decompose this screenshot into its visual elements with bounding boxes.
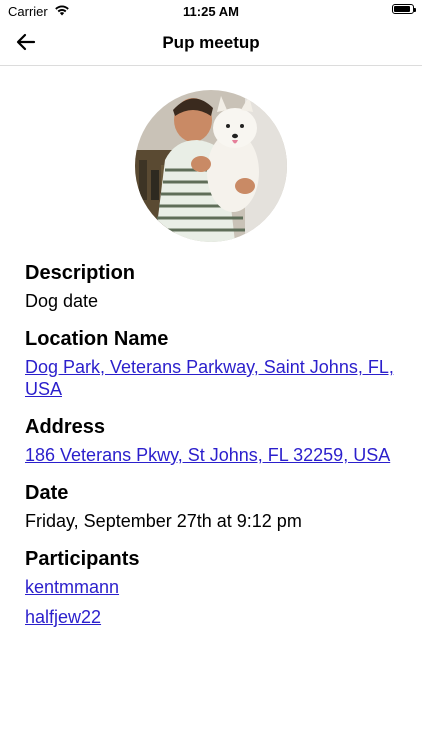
location-link[interactable]: Dog Park, Veterans Parkway, Saint Johns,… [25, 357, 394, 399]
page-title: Pup meetup [162, 33, 260, 52]
avatar-photo [135, 90, 287, 242]
participants-heading: Participants [25, 548, 140, 570]
status-time: 11:25 AM [183, 4, 239, 19]
description-value: Dog date [25, 291, 99, 311]
date-heading: Date [25, 482, 69, 504]
date-value: Friday, September 27th at 9:12 pm [25, 511, 302, 531]
status-bar: Carrier 11:25 AM [0, 0, 422, 22]
address-heading: Address [25, 416, 106, 438]
participant-link[interactable]: kentmmann [25, 576, 405, 598]
avatar [135, 90, 287, 242]
participants-list: kentmmann halfjew22 [25, 576, 405, 628]
location-heading: Location Name [25, 328, 169, 350]
battery-fill [394, 6, 411, 12]
address-link[interactable]: 186 Veterans Pkwy, St Johns, FL 32259, U… [25, 445, 390, 465]
description-heading: Description [25, 262, 136, 284]
event-details: Description Dog date Location Name Dog P… [25, 260, 405, 636]
participant-link[interactable]: halfjew22 [25, 606, 405, 628]
nav-bar: Pup meetup [0, 22, 422, 66]
status-right [392, 4, 416, 14]
battery-icon [392, 4, 416, 14]
